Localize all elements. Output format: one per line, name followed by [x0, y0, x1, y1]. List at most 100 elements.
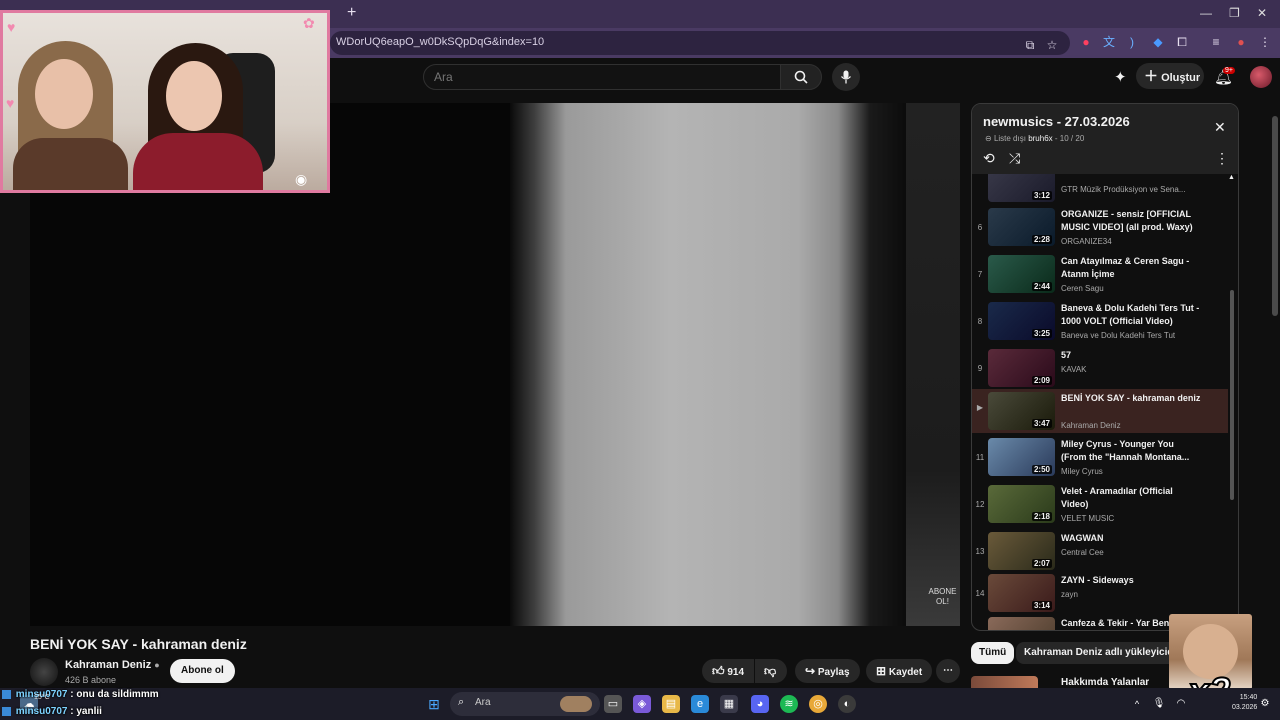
- scroll-up-icon[interactable]: ▲: [1228, 174, 1235, 181]
- playlist-meta: ⊖ Liste dışı bruh6x - 10 / 20: [985, 134, 1084, 143]
- playlist-item[interactable]: 12 2:18 Velet - Aramadılar (Official Vid…: [972, 485, 1228, 531]
- new-tab-button[interactable]: +: [347, 4, 356, 22]
- playlist-header: newmusics - 27.03.2026 ⊖ Liste dışı bruh…: [972, 104, 1238, 174]
- duration-badge: 2:50: [1031, 465, 1052, 474]
- spotify-icon[interactable]: ≋: [780, 695, 798, 713]
- url-text[interactable]: WDorUQ6eapO_w0DkSQpDqG&index=10: [336, 36, 544, 48]
- profile-icon[interactable]: ●: [1233, 34, 1249, 50]
- vpn-extension-icon[interactable]: ◆: [1150, 34, 1166, 50]
- item-index: 8: [977, 317, 983, 326]
- audio-extension-icon[interactable]: ): [1124, 34, 1140, 50]
- share-button[interactable]: ↪ Paylaş: [795, 659, 860, 683]
- create-sparkle-icon[interactable]: ✦: [1114, 68, 1127, 86]
- omnibox[interactable]: WDorUQ6eapO_w0DkSQpDqG&index=10 ⧉ ☆: [330, 31, 1070, 55]
- obs-icon[interactable]: ◐: [838, 695, 856, 713]
- streamer-right-body: [133, 133, 263, 190]
- playlist-item[interactable]: 3:12 GTR Müzik Prodüksiyon ve Sena...: [972, 174, 1228, 210]
- duration-badge: 3:14: [1031, 601, 1052, 610]
- cast-icon[interactable]: ⧉: [1022, 37, 1038, 53]
- video-thumbnail: 2:44: [988, 255, 1055, 293]
- chrome-icon[interactable]: ◎: [809, 695, 827, 713]
- task-view-icon[interactable]: ▭: [604, 695, 622, 713]
- page-scrollbar[interactable]: [1272, 116, 1278, 316]
- extensions-puzzle-icon[interactable]: ⧠: [1174, 34, 1190, 50]
- recommendation-title[interactable]: Hakkımda Yalanlar: [1061, 677, 1149, 688]
- video-frame-edge: [906, 103, 960, 626]
- duration-badge: 3:12: [1031, 191, 1052, 200]
- taskbar-clock[interactable]: 15:40 03.2026: [1232, 693, 1257, 713]
- minimize-icon[interactable]: —: [1200, 6, 1212, 20]
- account-avatar[interactable]: [1250, 66, 1272, 88]
- edge-browser-icon[interactable]: e: [691, 695, 709, 713]
- filter-chip-uploader[interactable]: Kahraman Deniz adlı yükleyiciden: [1016, 642, 1194, 664]
- translate-extension-icon[interactable]: 文: [1101, 34, 1117, 50]
- search-highlight-image: [560, 696, 592, 712]
- search-input[interactable]: [423, 64, 781, 90]
- subscribe-button[interactable]: Abone ol: [170, 659, 235, 683]
- file-explorer-icon[interactable]: ▤: [662, 695, 680, 713]
- store-icon[interactable]: ▦: [720, 695, 738, 713]
- reading-list-icon[interactable]: ≡: [1208, 34, 1224, 50]
- microphone-tray-icon[interactable]: 🎙︎: [1150, 695, 1168, 713]
- loop-icon[interactable]: ⟲: [983, 150, 995, 167]
- bookmark-star-icon[interactable]: ☆: [1044, 37, 1060, 53]
- more-actions-button[interactable]: ⋯: [936, 659, 960, 683]
- channel-name[interactable]: Kahraman Deniz ●: [65, 659, 160, 671]
- browser-menu-icon[interactable]: ⋮: [1257, 34, 1273, 50]
- taskbar-search[interactable]: ⌕ Ara: [450, 692, 600, 716]
- playlist-item-current[interactable]: ▶ 3:47 BENİ YOK SAY - kahraman deniz Kah…: [972, 389, 1228, 433]
- item-index: 14: [975, 589, 985, 598]
- video-thumbnail: 3:25: [988, 302, 1055, 340]
- discord-icon[interactable]: ◕: [751, 695, 769, 713]
- notification-badge: 9+: [1223, 67, 1235, 74]
- meta-separator: -: [1054, 134, 1058, 143]
- playlist-owner[interactable]: bruh6x: [1028, 134, 1052, 143]
- playlist-item[interactable]: 13 2:07 WAGWAN Central Cee: [972, 532, 1228, 578]
- channel-avatar[interactable]: [30, 658, 58, 686]
- playlist-menu-icon[interactable]: ⋮: [1215, 150, 1229, 167]
- playlist-scrollbar[interactable]: ▲ ▼: [1228, 174, 1235, 627]
- duration-badge: 2:28: [1031, 235, 1052, 244]
- chat-badge-icon: [2, 706, 11, 716]
- dislike-button[interactable]: 👎︎: [755, 659, 787, 683]
- notification-center-icon[interactable]: ⚙: [1256, 695, 1274, 713]
- close-window-icon[interactable]: ✕: [1257, 6, 1267, 20]
- playlist-item[interactable]: 7 2:44 Can Atayılmaz & Ceren Sagu - Atan…: [972, 255, 1228, 301]
- like-button[interactable]: 👍︎ 914: [702, 659, 754, 683]
- verified-icon: ●: [154, 660, 160, 670]
- copilot-icon[interactable]: ◈: [633, 695, 651, 713]
- item-title: Can Atayılmaz & Ceren Sagu - Atanm İçime: [1061, 256, 1190, 279]
- playlist-item[interactable]: 8 3:25 Baneva & Dolu Kadehi Ters Tut - 1…: [972, 302, 1228, 348]
- duration-badge: 2:18: [1031, 512, 1052, 521]
- extension-icon[interactable]: ●: [1078, 34, 1094, 50]
- video-thumbnail: 3:14: [988, 574, 1055, 612]
- playlist-scroll-thumb[interactable]: [1230, 290, 1234, 500]
- close-playlist-icon[interactable]: ✕: [1214, 119, 1226, 136]
- item-title: Baneva & Dolu Kadehi Ters Tut - 1000 VOL…: [1061, 303, 1200, 326]
- save-button[interactable]: ⊞ Kaydet: [866, 659, 933, 683]
- item-channel: Kahraman Deniz: [1061, 421, 1121, 430]
- item-channel: KAVAK: [1061, 365, 1087, 374]
- search-button[interactable]: [780, 64, 822, 90]
- search-box: [423, 64, 822, 90]
- thumbs-up-icon: 👍︎: [712, 664, 725, 678]
- shuffle-icon[interactable]: ⤮: [1009, 150, 1020, 167]
- tray-overflow-icon[interactable]: ^: [1128, 695, 1146, 713]
- playlist-item[interactable]: 6 2:28 ORGANIZE - sensiz [OFFICIAL MUSIC…: [972, 208, 1228, 254]
- streamer-left-face: [35, 59, 93, 129]
- item-channel: Ceren Sagu: [1061, 284, 1104, 293]
- video-thumbnail: 2:50: [988, 438, 1055, 476]
- item-title: 57: [1061, 350, 1072, 360]
- playlist-item[interactable]: 11 2:50 Miley Cyrus - Younger You (From …: [972, 438, 1228, 484]
- streamer-left-body: [13, 138, 128, 190]
- windows-start-icon[interactable]: ⊞: [425, 695, 443, 713]
- playlist-title[interactable]: newmusics - 27.03.2026: [983, 114, 1130, 129]
- duration-badge: 3:25: [1031, 329, 1052, 338]
- chat-username: minsu0707: [15, 706, 68, 717]
- voice-search-button[interactable]: [832, 63, 860, 91]
- maximize-icon[interactable]: ❐: [1229, 6, 1240, 20]
- create-button[interactable]: ＋ Oluştur: [1136, 63, 1204, 89]
- item-title: Velet - Aramadılar (Official Video): [1061, 486, 1173, 509]
- network-icon[interactable]: ◠: [1172, 695, 1190, 713]
- filter-chip-all[interactable]: Tümü: [971, 642, 1015, 664]
